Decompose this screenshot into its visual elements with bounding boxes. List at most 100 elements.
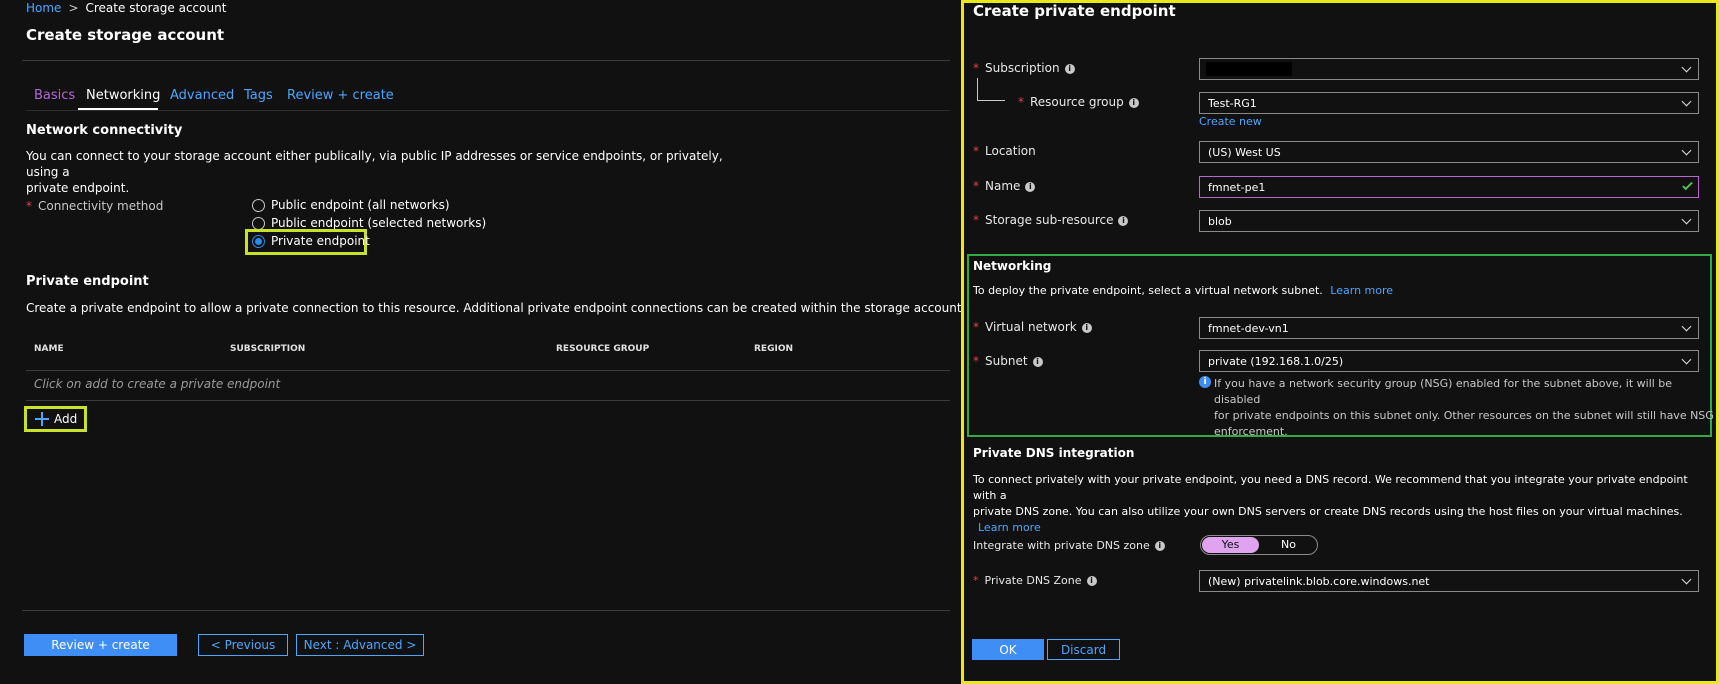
dns-description-line2: private DNS zone. You can also utilize y…: [973, 505, 1683, 518]
info-icon[interactable]: i: [1118, 215, 1129, 226]
tab-basics[interactable]: Basics: [34, 88, 75, 103]
location-value: (US) West US: [1208, 145, 1281, 159]
subscription-dropdown[interactable]: [1199, 58, 1699, 80]
chevron-down-icon: [1681, 214, 1692, 225]
redacted-block: [1206, 62, 1292, 76]
radio-public-all-networks[interactable]: Public endpoint (all networks): [252, 198, 450, 212]
networking-description: To deploy the private endpoint, select a…: [973, 284, 1393, 297]
integrate-dns-toggle[interactable]: Yes No: [1200, 535, 1318, 555]
radio-circle[interactable]: [252, 216, 265, 230]
radio-label: Public endpoint (selected networks): [271, 216, 487, 230]
networking-description-text: To deploy the private endpoint, select a…: [973, 284, 1323, 297]
subnet-dropdown[interactable]: private (192.168.1.0/25): [1199, 350, 1699, 372]
table-bottom-divider: [26, 400, 950, 401]
private-dns-zone-value: (New) privatelink.blob.core.windows.net: [1208, 574, 1430, 588]
location-dropdown[interactable]: (US) West US: [1199, 141, 1699, 163]
breadcrumb-current: Create storage account: [85, 1, 227, 15]
panel-title: Create private endpoint: [973, 2, 1176, 20]
review-create-button[interactable]: Review + create: [24, 634, 177, 656]
tree-connector-vertical: [977, 78, 978, 101]
tree-connector-horizontal: [977, 100, 1005, 101]
storage-sub-resource-label-text: Storage sub-resource: [985, 213, 1114, 227]
dns-learn-more-link[interactable]: Learn more: [973, 520, 1703, 536]
virtual-network-dropdown[interactable]: fmnet-dev-vn1: [1199, 317, 1699, 339]
next-advanced-button[interactable]: Next : Advanced >: [296, 634, 424, 656]
virtual-network-label-text: Virtual network: [985, 320, 1077, 334]
radio-circle-selected[interactable]: [252, 234, 265, 248]
integrate-dns-label: Integrate with private DNS zone i: [973, 539, 1165, 552]
tab-review-create[interactable]: Review + create: [287, 88, 394, 103]
column-header-subscription: SUBSCRIPTION: [230, 344, 306, 354]
info-icon[interactable]: i: [1086, 576, 1097, 586]
info-icon[interactable]: i: [1025, 181, 1036, 192]
required-asterisk: *: [973, 354, 979, 368]
column-header-region: REGION: [754, 344, 793, 354]
subnet-value: private (192.168.1.0/25): [1208, 354, 1344, 368]
info-icon[interactable]: i: [1081, 322, 1092, 333]
required-asterisk: *: [973, 144, 979, 158]
subscription-label-text: Subscription: [985, 61, 1060, 75]
subnet-label: * Subnet i: [973, 354, 1043, 368]
private-dns-zone-dropdown[interactable]: (New) privatelink.blob.core.windows.net: [1199, 570, 1699, 592]
discard-button[interactable]: Discard: [1047, 639, 1120, 660]
dns-description-line1: To connect privately with your private e…: [973, 473, 1688, 502]
radio-circle[interactable]: [252, 198, 265, 212]
info-icon[interactable]: i: [1128, 97, 1139, 108]
previous-button[interactable]: < Previous: [198, 634, 288, 656]
storage-sub-resource-label: * Storage sub-resource i: [973, 213, 1129, 227]
required-asterisk: *: [26, 199, 32, 213]
location-label-text: Location: [985, 144, 1036, 158]
tab-tags[interactable]: Tags: [244, 88, 273, 103]
chevron-down-icon: [1681, 96, 1692, 107]
plus-icon: [35, 412, 49, 426]
radio-private-endpoint[interactable]: Private endpoint: [252, 234, 370, 248]
column-header-resource-group: RESOURCE GROUP: [556, 344, 650, 354]
connectivity-method-label: * Connectivity method: [26, 199, 163, 213]
toggle-yes-option[interactable]: Yes: [1202, 537, 1259, 553]
virtual-network-value: fmnet-dev-vn1: [1208, 321, 1289, 335]
add-button-label: Add: [54, 412, 78, 426]
radio-public-selected-networks[interactable]: Public endpoint (selected networks): [252, 216, 486, 230]
info-icon[interactable]: i: [1154, 541, 1165, 551]
private-endpoint-description: Create a private endpoint to allow a pri…: [26, 301, 1111, 315]
title-divider: [22, 60, 950, 61]
add-button[interactable]: Add: [24, 406, 87, 432]
tab-advanced[interactable]: Advanced: [170, 88, 234, 103]
virtual-network-label: * Virtual network i: [973, 320, 1092, 334]
name-input[interactable]: fmnet-pe1: [1199, 176, 1699, 198]
chevron-down-icon: [1681, 62, 1692, 73]
tab-networking[interactable]: Networking: [86, 88, 160, 103]
storage-sub-resource-dropdown[interactable]: blob: [1199, 210, 1699, 232]
resource-group-label-text: Resource group: [1030, 95, 1124, 109]
required-asterisk: *: [973, 574, 979, 587]
info-icon[interactable]: i: [1064, 63, 1075, 74]
breadcrumb-home-link[interactable]: Home: [26, 1, 61, 15]
toggle-no-option[interactable]: No: [1260, 537, 1317, 553]
resource-group-dropdown[interactable]: Test-RG1: [1199, 92, 1699, 114]
checkmark-icon: [1682, 179, 1693, 191]
name-label: * Name i: [973, 179, 1036, 193]
network-connectivity-heading: Network connectivity: [26, 123, 183, 138]
breadcrumb-separator: >: [68, 1, 79, 15]
subscription-label: * Subscription i: [973, 61, 1075, 75]
integrate-dns-label-text: Integrate with private DNS zone: [973, 539, 1150, 552]
nsg-note-line2: for private endpoints on this subnet onl…: [1214, 409, 1714, 422]
required-asterisk: *: [973, 213, 979, 227]
ok-button[interactable]: OK: [972, 639, 1044, 660]
radio-label: Public endpoint (all networks): [271, 198, 450, 212]
create-new-link[interactable]: Create new: [1199, 115, 1262, 128]
radio-label: Private endpoint: [271, 234, 370, 248]
networking-learn-more-link[interactable]: Learn more: [1330, 284, 1393, 297]
network-connectivity-description: You can connect to your storage account …: [26, 148, 726, 196]
breadcrumb: Home > Create storage account: [26, 1, 226, 15]
chevron-down-icon: [1681, 574, 1692, 585]
private-dns-zone-label: * Private DNS Zone i: [973, 574, 1097, 587]
nsg-note-line3: enforcement.: [1214, 425, 1288, 438]
tabs-divider: [26, 110, 950, 111]
network-description-line1: You can connect to your storage account …: [26, 149, 723, 179]
networking-heading: Networking: [973, 259, 1052, 273]
info-icon: i: [1199, 376, 1211, 388]
required-asterisk: *: [973, 61, 979, 75]
column-header-name: NAME: [34, 344, 64, 354]
info-icon[interactable]: i: [1032, 356, 1043, 367]
